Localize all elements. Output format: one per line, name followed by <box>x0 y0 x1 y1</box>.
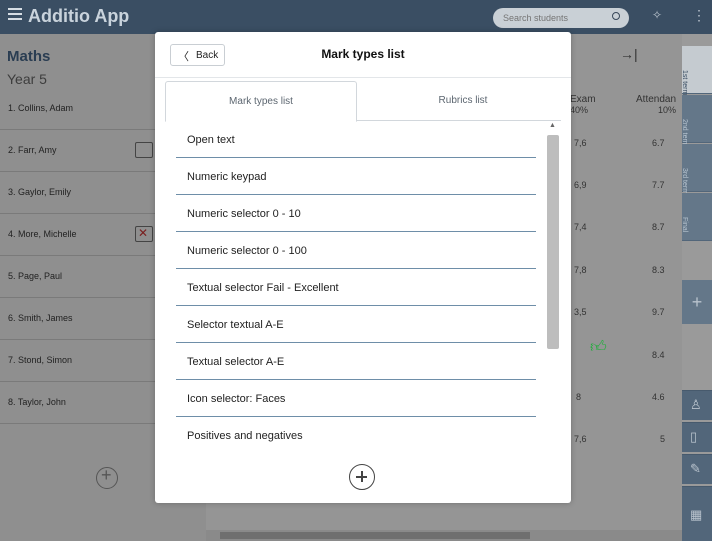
scroll-thumb[interactable] <box>220 532 530 539</box>
grade-cell[interactable]: 8 <box>576 392 581 402</box>
mark-types-list: Open text Numeric keypad Numeric selecto… <box>176 121 536 453</box>
list-item[interactable]: Positives and negatives <box>176 417 536 453</box>
search-input[interactable] <box>503 11 603 25</box>
grade-cell[interactable]: 8.7 <box>652 222 665 232</box>
tab-label: Final <box>681 217 688 233</box>
item-label: Selector textual A-E <box>187 319 284 331</box>
list-item[interactable]: Icon selector: Faces <box>176 380 536 417</box>
tab-final[interactable]: Final <box>681 193 712 241</box>
tab-label: 1st term <box>681 70 688 96</box>
column-weight: 10% <box>658 105 677 115</box>
tab-label: 2nd term <box>681 119 688 147</box>
item-label: Numeric keypad <box>187 171 267 183</box>
crossed-image-icon[interactable] <box>135 226 153 242</box>
more-vertical-icon[interactable]: ⋮ <box>692 7 706 24</box>
student-name: 8. Taylor, John <box>8 397 66 407</box>
item-label: Open text <box>187 134 235 146</box>
tab-1st-term[interactable]: 1st term <box>681 46 712 96</box>
tool-book[interactable]: ▯ <box>682 422 712 452</box>
list-item[interactable]: Textual selector A-E <box>176 343 536 380</box>
person-icon: ♙ <box>690 397 702 412</box>
list-item[interactable]: Numeric selector 0 - 100 <box>176 232 536 269</box>
scroll-thumb[interactable] <box>547 135 559 349</box>
class-year: Year 5 <box>7 71 47 87</box>
grade-cell[interactable]: 8.4 <box>652 350 665 360</box>
student-name: 3. Gaylor, Emily <box>8 187 72 197</box>
grade-cell[interactable]: 8.3 <box>652 265 665 275</box>
hamburger-menu-icon[interactable] <box>8 8 22 22</box>
book-icon: ▯ <box>690 429 698 444</box>
student-name: 7. Stond, Simon <box>8 355 73 365</box>
add-mark-type-button[interactable] <box>349 464 375 490</box>
pencil-icon: ✎ <box>690 461 701 476</box>
table-icon: ▦ <box>690 507 703 522</box>
list-item[interactable]: Selector textual A-E <box>176 306 536 343</box>
tool-pencil[interactable]: ✎ <box>682 454 712 484</box>
grade-cell[interactable]: 7,6 <box>574 434 587 444</box>
top-bar: Additio App ✧ ⋮ <box>0 0 712 34</box>
grade-cell[interactable]: 3,5 <box>574 307 587 317</box>
item-label: Numeric selector 0 - 10 <box>187 208 301 220</box>
column-weight: 40% <box>570 105 589 115</box>
scroll-up-icon[interactable]: ▲ <box>549 122 556 129</box>
tab-rubrics-list[interactable]: Rubrics list <box>367 81 559 121</box>
list-item[interactable]: Numeric keypad <box>176 158 536 195</box>
list-item[interactable]: Open text <box>176 121 536 158</box>
magic-wand-icon[interactable]: ✧ <box>652 8 662 22</box>
list-scrollbar[interactable]: ▲ <box>546 122 559 452</box>
student-name: 4. More, Michelle <box>8 229 77 239</box>
tool-table[interactable]: ▦ <box>682 486 712 541</box>
item-label: Positives and negatives <box>187 430 303 442</box>
grade-cell[interactable]: 6,9 <box>574 180 587 190</box>
list-item[interactable]: Textual selector Fail - Excellent <box>176 269 536 306</box>
column-header-attendance[interactable]: Attendan 10% <box>636 94 676 115</box>
student-name: 5. Page, Paul <box>8 271 63 281</box>
tool-person[interactable]: ♙ <box>682 390 712 420</box>
add-term-button[interactable]: + <box>682 280 712 324</box>
grade-cell[interactable]: 6.7 <box>652 138 665 148</box>
grade-cell[interactable]: 7,4 <box>574 222 587 232</box>
app-title: Additio App <box>28 6 130 26</box>
grade-cell[interactable]: 7,8 <box>574 265 587 275</box>
dialog-header: 〈 Back Mark types list <box>155 32 571 78</box>
student-name: 6. Smith, James <box>8 313 73 323</box>
grade-cell[interactable]: 9.7 <box>652 307 665 317</box>
item-label: Icon selector: Faces <box>187 393 286 405</box>
item-label: Numeric selector 0 - 100 <box>187 245 307 257</box>
list-item[interactable]: Numeric selector 0 - 10 <box>176 195 536 232</box>
column-label: Exam <box>570 94 596 105</box>
dialog-title: Mark types list <box>321 47 405 61</box>
tab-label: 3rd term <box>681 168 688 195</box>
grade-cell[interactable]: 7,6 <box>574 138 587 148</box>
tab-3rd-term[interactable]: 3rd term <box>681 144 712 195</box>
collapse-right-icon[interactable]: →| <box>620 46 638 62</box>
search-icon[interactable] <box>612 12 620 20</box>
thumbs-up-icon[interactable]: 👍︎ <box>590 338 607 357</box>
grade-cell[interactable]: 5 <box>660 434 665 444</box>
tab-mark-types-list[interactable]: Mark types list <box>165 81 357 122</box>
tab-2nd-term[interactable]: 2nd term <box>681 95 712 147</box>
student-name: 2. Farr, Amy <box>8 145 57 155</box>
item-label: Textual selector A-E <box>187 356 285 368</box>
item-label: Textual selector Fail - Excellent <box>187 282 339 294</box>
grade-cell[interactable]: 7.7 <box>652 180 665 190</box>
dialog-tabs: Mark types list Rubrics list <box>165 81 561 122</box>
search-box[interactable] <box>493 8 629 28</box>
add-student-button[interactable] <box>96 465 118 489</box>
class-name: Maths <box>7 48 51 65</box>
mark-types-dialog: 〈 Back Mark types list Mark types list R… <box>155 32 571 503</box>
grade-cell[interactable]: 4.6 <box>652 392 665 402</box>
column-header-exam[interactable]: Exam 40% <box>570 94 596 115</box>
person-with-board-icon[interactable] <box>135 142 153 158</box>
student-name: 1. Collins, Adam <box>8 103 74 113</box>
horizontal-scrollbar[interactable] <box>206 530 682 541</box>
column-label: Attendan <box>636 94 677 105</box>
